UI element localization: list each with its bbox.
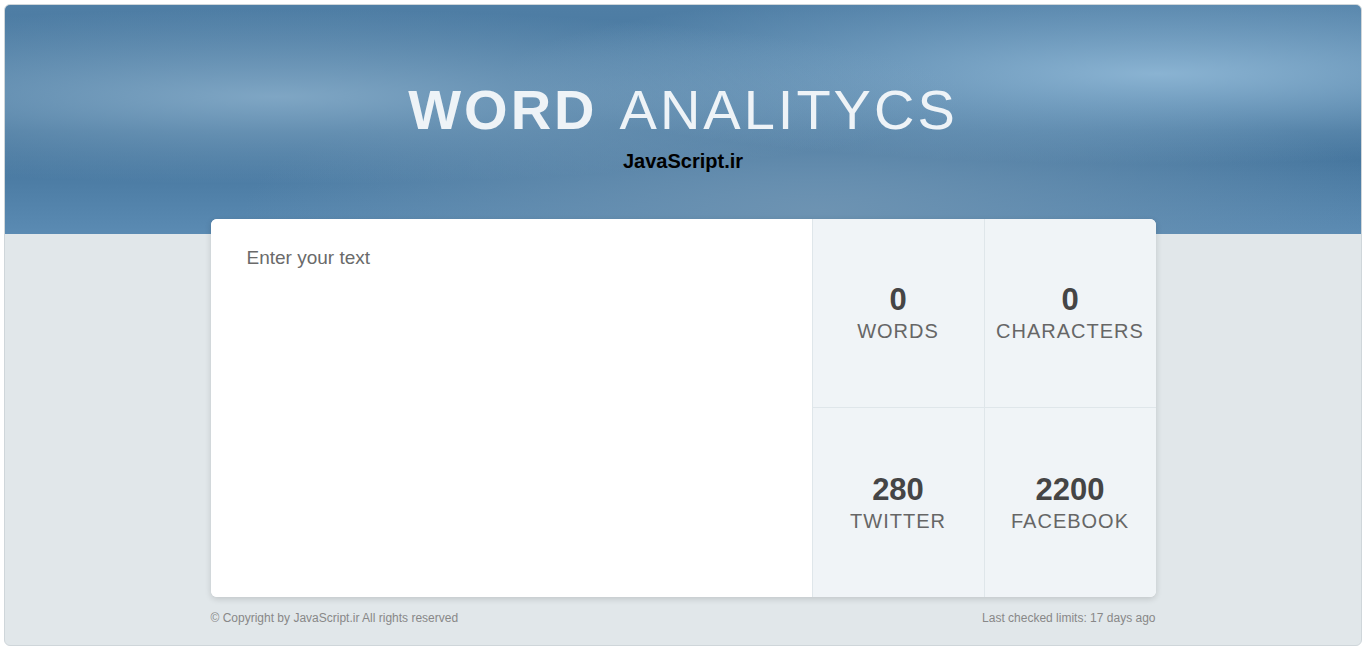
- stat-label: FACEBOOK: [1011, 508, 1129, 534]
- footer: © Copyright by JavaScript.ir All rights …: [211, 610, 1156, 626]
- analytics-card: 0WORDS0CHARACTERS280TWITTER2200FACEBOOK: [211, 219, 1156, 597]
- stat-value: 0: [1061, 282, 1078, 318]
- stat-cell: 280TWITTER: [812, 408, 984, 597]
- copyright: © Copyright by JavaScript.ir All rights …: [211, 610, 459, 626]
- subtitle: JavaScript.ir: [623, 149, 743, 173]
- stat-label: CHARACTERS: [996, 318, 1144, 344]
- app-frame: WORDANALITYCSJavaScript.ir 0WORDS0CHARAC…: [4, 4, 1362, 646]
- text-input[interactable]: [211, 219, 812, 597]
- stat-value: 2200: [1036, 472, 1105, 508]
- stat-cell: 2200FACEBOOK: [984, 408, 1156, 597]
- header: WORD ANALITYCS JavaScript.ir: [5, 5, 1361, 234]
- title: WORD ANALITYCS: [408, 77, 958, 143]
- stat-label: WORDS: [857, 318, 939, 344]
- stat-value: 280: [872, 472, 924, 508]
- last-checked: Last checked limits: 17 days ago: [982, 610, 1155, 626]
- title-bold: WORD: [408, 77, 597, 143]
- stat-value: 0: [889, 282, 906, 318]
- stat-label: TWITTER: [850, 508, 946, 534]
- stats-grid: 0WORDS0CHARACTERS280TWITTER2200FACEBOOK: [812, 219, 1156, 597]
- stat-cell: 0CHARACTERS: [984, 219, 1156, 408]
- stat-cell: 0WORDS: [812, 219, 984, 408]
- title-light: ANALITYCS: [620, 77, 958, 143]
